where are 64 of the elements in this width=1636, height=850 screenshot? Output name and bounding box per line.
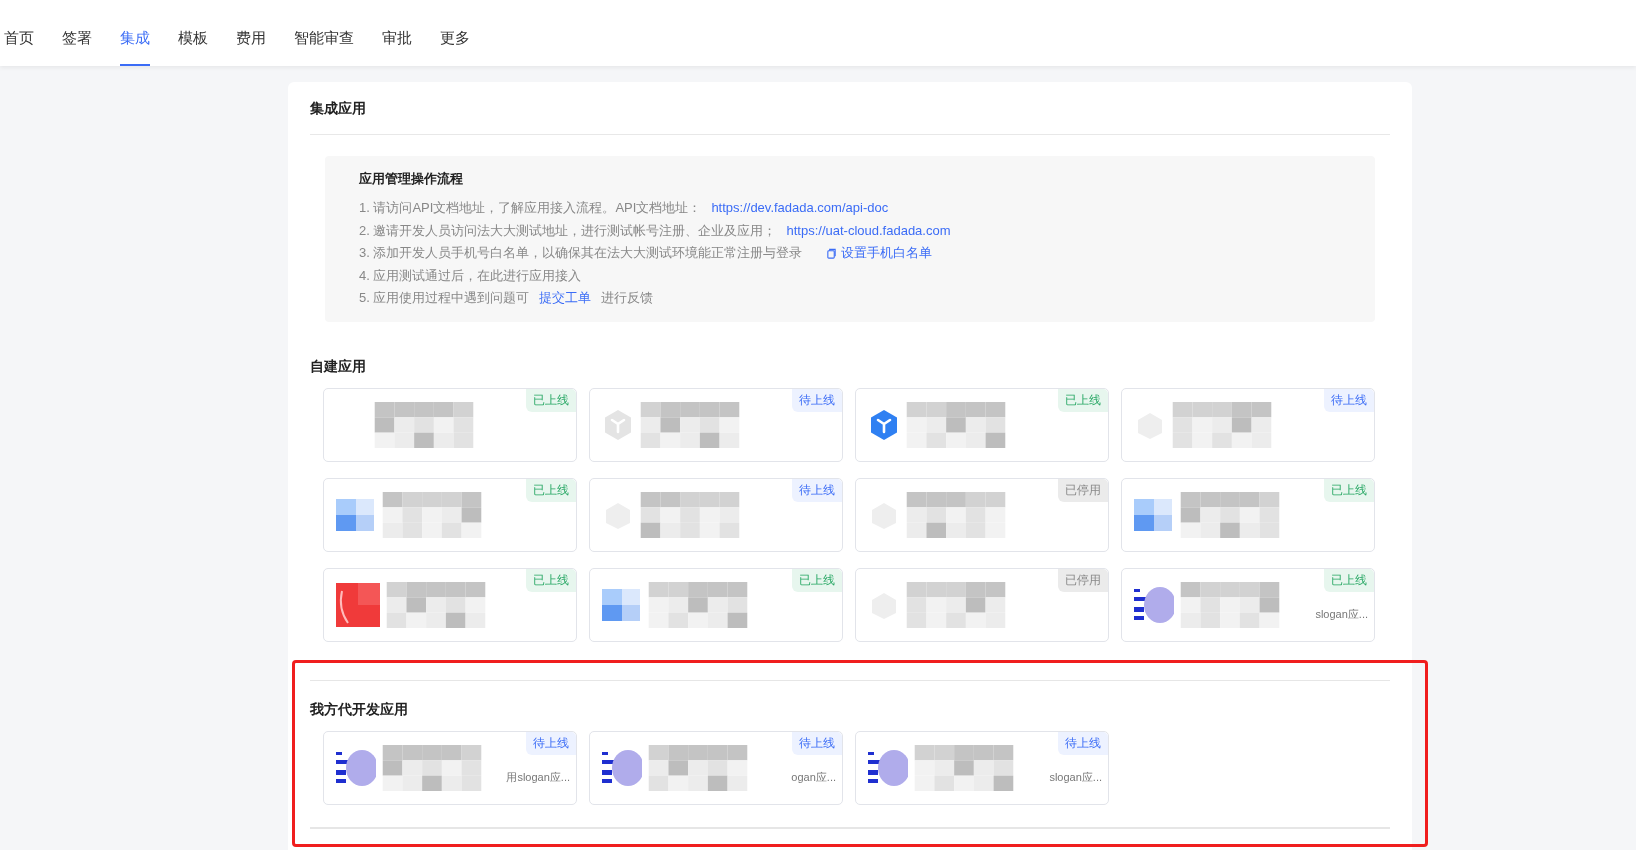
nav-tab[interactable]: 更多 [440,29,470,66]
nav-tab[interactable]: 模板 [178,29,208,66]
step-text: 5. 应用使用过程中遇到问题可 [359,289,530,307]
app-card[interactable]: 已上线 slogan应... [1121,567,1375,642]
guide-link[interactable]: 提交工单 [539,287,592,310]
status-badge: 待上线 [1324,388,1374,412]
section-title: 我方代开发应用 [310,699,409,719]
app-card[interactable]: 待上线 slogan应... [855,730,1109,805]
status-badge: 已上线 [1058,388,1108,412]
logo-icon [602,747,642,788]
status-badge: 待上线 [526,731,576,755]
status-badge: 待上线 [792,731,842,755]
guide-link[interactable]: https://uat-cloud.fadada.com [786,219,951,242]
hexagon-logo-icon [868,408,900,441]
status-badge: 已上线 [1324,568,1374,592]
step-text: 3. 添加开发人员手机号白名单，以确保其在法大大测试环境能正常注册与登录 [359,244,803,262]
app-card[interactable]: 已上线 [855,387,1109,462]
status-badge: 已上线 [792,568,842,592]
step-text: 1. 请访问API文档地址，了解应用接入流程。API文档地址： [359,199,702,217]
clipboard-icon [826,247,838,259]
nav-tab[interactable]: 集成 [120,29,150,66]
nav-tab[interactable]: 审批 [382,29,412,66]
status-badge: 待上线 [792,478,842,502]
status-badge: 待上线 [1058,731,1108,755]
app-card[interactable]: 已上线 [323,387,577,462]
app-card[interactable]: 待上线 [1121,387,1375,462]
nav-tab[interactable]: 首页 [4,29,34,66]
status-badge: 待上线 [792,388,842,412]
app-slogan: 用slogan应... [506,770,570,785]
logo-icon [336,747,376,788]
app-slogan: slogan应... [1049,770,1102,785]
status-badge: 已停用 [1058,478,1108,502]
app-card[interactable]: 待上线 ogan应... [589,730,843,805]
step-text: 2. 邀请开发人员访问法大大测试地址，进行测试帐号注册、企业及应用； [359,221,777,240]
app-card[interactable]: 已上线 [323,477,577,552]
status-badge: 已上线 [526,568,576,592]
nav-tab[interactable]: 智能审查 [294,29,354,66]
logo-icon [1134,584,1174,625]
app-card[interactable]: 待上线 [589,387,843,462]
app-card[interactable]: 已停用 [855,567,1109,642]
guide-link[interactable]: https://dev.fadada.com/api-doc [711,197,889,220]
app-card[interactable]: 已停用 [855,477,1109,552]
status-badge: 已上线 [526,478,576,502]
app-slogan: slogan应... [1315,607,1368,622]
app-card[interactable]: 待上线 [589,477,843,552]
status-badge: 已上线 [1324,478,1374,502]
app-card[interactable]: 已上线 [1121,477,1375,552]
hexagon-logo-icon [602,408,634,441]
tile-logo-icon [336,582,380,627]
logo-icon [868,747,908,788]
guide-link[interactable]: 设置手机白名单 [841,242,933,265]
guide-title: 应用管理操作流程 [359,170,464,188]
panel-title: 集成应用 [310,82,1390,135]
app-slogan: ogan应... [791,770,836,785]
app-card[interactable]: 待上线 用slogan应... [323,730,577,805]
section-title: 自建应用 [310,356,367,376]
status-badge: 已停用 [1058,568,1108,592]
nav-tab[interactable]: 签署 [62,29,92,66]
status-badge: 已上线 [526,388,576,412]
app-card[interactable]: 已上线 [323,567,577,642]
nav-tab[interactable]: 费用 [236,29,266,66]
step-text: 4. 应用测试通过后，在此进行应用接入 [359,266,582,285]
app-card[interactable]: 已上线 [589,567,843,642]
step-text: 进行反馈 [601,289,654,307]
